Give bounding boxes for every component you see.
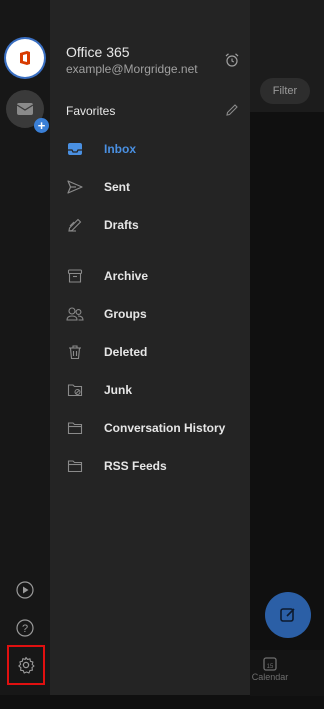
folder-icon (66, 419, 84, 437)
folder-deleted[interactable]: Deleted (66, 338, 250, 366)
inbox-icon (66, 140, 84, 158)
folder-sent[interactable]: Sent (66, 173, 250, 201)
compose-icon (280, 608, 295, 622)
folder-rss-feeds[interactable]: RSS Feeds (66, 452, 250, 480)
svg-text:15: 15 (267, 664, 274, 670)
junk-icon (66, 381, 84, 399)
office365-account-button[interactable] (6, 39, 44, 77)
folder-label: Archive (104, 269, 149, 283)
account-email: example@Morgridge.net (66, 62, 198, 76)
folder-inbox[interactable]: Inbox (66, 135, 250, 163)
folder-label: Drafts (104, 218, 139, 232)
calendar-tab-label: Calendar (251, 672, 289, 682)
folder-label: Junk (104, 383, 133, 397)
plus-icon: + (34, 118, 49, 133)
add-account-button[interactable]: + (6, 90, 49, 133)
favorites-heading: Favorites (66, 104, 116, 118)
compose-button[interactable] (265, 592, 311, 638)
folder-junk[interactable]: Junk (66, 376, 250, 404)
alarm-icon (225, 53, 239, 67)
pencil-icon (226, 104, 238, 116)
folder-drawer: Office 365 example@Morgridge.net Favorit… (50, 0, 250, 695)
calendar-tab[interactable]: 15 Calendar (250, 656, 290, 682)
folder-label: Sent (104, 180, 131, 194)
svg-text:?: ? (22, 623, 28, 635)
filter-button[interactable]: Filter (260, 78, 310, 104)
account-rail: + ? (0, 0, 50, 695)
office-logo-icon (20, 51, 30, 65)
trash-icon (66, 343, 84, 361)
edit-favorites-button[interactable] (224, 102, 240, 118)
play-icon (16, 581, 34, 599)
folder-icon (66, 457, 84, 475)
folder-label: Deleted (104, 345, 148, 359)
sent-icon (66, 178, 84, 196)
calendar-icon: 15 (263, 657, 277, 671)
folder-label: Groups (104, 307, 147, 321)
play-button[interactable] (15, 580, 35, 600)
gear-icon (18, 656, 35, 674)
folder-drafts[interactable]: Drafts (66, 211, 250, 239)
help-icon: ? (16, 619, 34, 637)
help-button[interactable]: ? (15, 618, 35, 638)
groups-icon (66, 305, 84, 323)
drafts-icon (66, 216, 84, 234)
folder-label: Conversation History (104, 421, 226, 435)
folder-groups[interactable]: Groups (66, 300, 250, 328)
mail-icon (16, 103, 34, 115)
folder-label: RSS Feeds (104, 459, 167, 473)
archive-icon (66, 267, 84, 285)
folder-label: Inbox (104, 142, 136, 156)
folder-archive[interactable]: Archive (66, 262, 250, 290)
account-name: Office 365 (66, 44, 130, 60)
do-not-disturb-button[interactable] (224, 52, 240, 68)
settings-button[interactable] (7, 645, 45, 685)
folder-conversation-history[interactable]: Conversation History (66, 414, 250, 442)
